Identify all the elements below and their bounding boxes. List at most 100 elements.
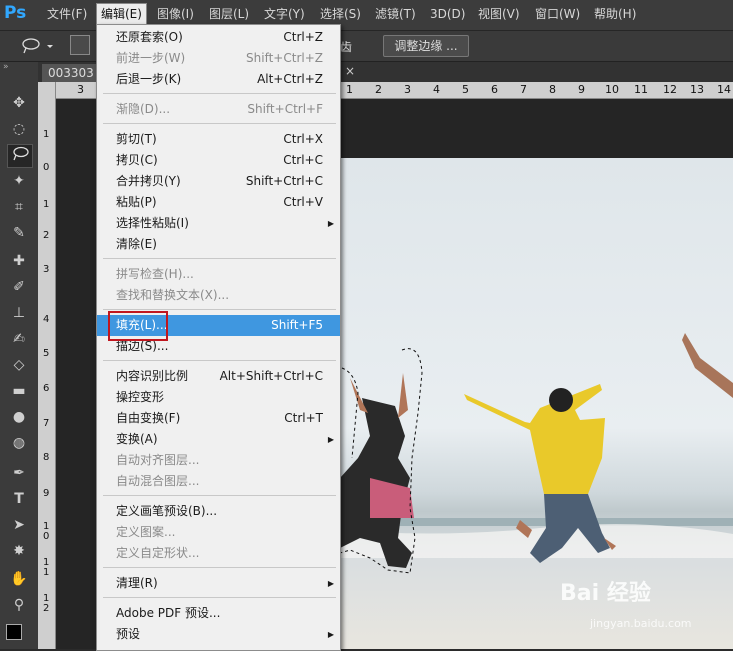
hand-tool-icon[interactable]: ✋ — [7, 568, 31, 590]
menu-window[interactable]: 窗口(W) — [531, 4, 584, 24]
marquee-tool-icon[interactable]: ◌ — [7, 118, 31, 140]
ruler-tick-label: 10 — [605, 83, 619, 96]
gradient-tool-icon[interactable]: ▬ — [7, 380, 31, 402]
menu-item-paste-special[interactable]: 选择性粘贴(I) ▶ — [97, 213, 340, 234]
eyedropper-tool-icon[interactable]: ✎ — [7, 222, 31, 244]
menu-item-clear[interactable]: 清除(E) — [97, 234, 340, 255]
ruler-tick-label: 6 — [491, 83, 498, 96]
menu-item-find-replace: 查找和替换文本(X)... — [116, 288, 230, 302]
zoom-tool-icon[interactable]: ⚲ — [7, 594, 31, 616]
menu-layer[interactable]: 图层(L) — [205, 4, 253, 24]
menu-item-transform[interactable]: 变换(A) ▶ — [97, 429, 340, 450]
menu-separator — [103, 597, 336, 598]
menu-item-adobe-pdf-presets[interactable]: Adobe PDF 预设... — [97, 603, 340, 624]
ruler-tick-label: 1 0 — [43, 521, 50, 542]
ruler-tick-label: 3 — [77, 83, 84, 96]
menu-view[interactable]: 视图(V) — [474, 4, 524, 24]
submenu-arrow-icon: ▶ — [327, 219, 334, 228]
menu-item-paste[interactable]: 粘贴(P) Ctrl+V — [97, 192, 340, 213]
ruler-tick-label: 2 — [43, 230, 50, 241]
menu-item-copy-merged[interactable]: 合并拷贝(Y) Shift+Ctrl+C — [97, 171, 340, 192]
menu-separator — [103, 123, 336, 124]
healing-brush-tool-icon[interactable]: ✚ — [7, 250, 31, 272]
ruler-tick-label: 1 — [346, 83, 353, 96]
submenu-arrow-icon: ▶ — [327, 630, 334, 639]
document-tab[interactable]: 003303 — [42, 64, 100, 82]
menu-edit[interactable]: 编辑(E) — [96, 3, 147, 25]
ruler-tick-label: 1 2 — [43, 593, 50, 614]
lasso-tool-icon[interactable] — [7, 144, 33, 168]
menu-separator — [103, 495, 336, 496]
menu-item-auto-align-layers: 自动对齐图层... — [116, 453, 200, 467]
lasso-tool-preset-icon[interactable] — [20, 37, 60, 55]
ruler-tick-label: 11 — [634, 83, 648, 96]
menu-3d[interactable]: 3D(D) — [426, 4, 469, 24]
menu-item-presets[interactable]: 预设 ▶ — [97, 624, 340, 645]
ruler-tick-label: 5 — [462, 83, 469, 96]
ruler-tick-label: 8 — [43, 452, 50, 463]
menu-separator — [103, 567, 336, 568]
anti-alias-label: 齿 — [340, 40, 353, 54]
move-tool-icon[interactable]: ✥ — [7, 92, 31, 114]
menu-item-content-aware-scale[interactable]: 内容识别比例 Alt+Shift+Ctrl+C — [97, 366, 340, 387]
menu-separator — [103, 309, 336, 310]
menu-file[interactable]: 文件(F) — [43, 4, 91, 24]
refine-edge-button[interactable]: 调整边缘 ... — [383, 35, 469, 57]
ruler-tick-label: 1 1 — [43, 557, 50, 578]
eraser-tool-icon[interactable]: ◇ — [7, 354, 31, 376]
menu-select[interactable]: 选择(S) — [316, 4, 365, 24]
collapse-toolbar-icon[interactable]: » — [3, 62, 9, 72]
menu-separator — [103, 360, 336, 361]
submenu-arrow-icon: ▶ — [327, 579, 334, 588]
beach-photo[interactable] — [340, 158, 733, 649]
clone-stamp-tool-icon[interactable]: ⊥ — [7, 302, 31, 324]
path-selection-tool-icon[interactable]: ➤ — [7, 514, 31, 536]
menu-item-free-transform[interactable]: 自由变换(F) Ctrl+T — [97, 408, 340, 429]
new-selection-icon[interactable] — [70, 35, 90, 55]
ruler-tick-label: 14 — [717, 83, 731, 96]
ruler-tick-label: 9 — [43, 488, 50, 499]
menu-item-fade: 渐隐(D)... Shift+Ctrl+F — [116, 102, 323, 116]
menu-separator — [103, 258, 336, 259]
crop-tool-icon[interactable]: ⌗ — [7, 196, 31, 218]
menu-item-puppet-warp[interactable]: 操控变形 — [97, 387, 340, 408]
vertical-ruler: 1 0 1 2 3 4 5 6 7 8 9 1 0 1 1 1 2 — [38, 82, 56, 649]
menu-filter[interactable]: 滤镜(T) — [371, 4, 420, 24]
ruler-tick-label: 6 — [43, 383, 50, 394]
dodge-tool-icon[interactable]: ◍ — [7, 432, 31, 454]
ruler-tick-label: 3 — [43, 264, 50, 275]
menu-item-undo-lasso[interactable]: 还原套索(O) Ctrl+Z — [97, 27, 340, 48]
baidu-watermark-logo: Bai 经验 — [560, 581, 651, 606]
type-tool-icon[interactable]: T — [7, 488, 31, 510]
menu-item-cut[interactable]: 剪切(T) Ctrl+X — [97, 129, 340, 150]
photo-figures — [340, 333, 733, 574]
menu-help[interactable]: 帮助(H) — [590, 4, 640, 24]
shape-tool-icon[interactable]: ✸ — [7, 540, 31, 562]
ruler-tick-label: 7 — [520, 83, 527, 96]
menu-image[interactable]: 图像(I) — [153, 4, 198, 24]
pen-tool-icon[interactable]: ✒ — [7, 462, 31, 484]
submenu-arrow-icon: ▶ — [327, 435, 334, 444]
menu-type[interactable]: 文字(Y) — [260, 4, 309, 24]
foreground-color-swatch[interactable] — [6, 624, 22, 640]
ruler-tick-label: 8 — [549, 83, 556, 96]
brush-tool-icon[interactable]: ✐ — [7, 276, 31, 298]
ruler-tick-label: 1 — [43, 199, 50, 210]
baidu-watermark-url: jingyan.baidu.com — [590, 617, 692, 630]
close-tab-icon[interactable]: × — [345, 64, 355, 78]
ruler-tick-label: 5 — [43, 348, 50, 359]
blur-tool-icon[interactable]: ● — [7, 406, 31, 428]
ruler-tick-label: 13 — [690, 83, 704, 96]
ruler-tick-label: 2 — [375, 83, 382, 96]
magic-wand-tool-icon[interactable]: ✦ — [7, 170, 31, 192]
menu-item-copy[interactable]: 拷贝(C) Ctrl+C — [97, 150, 340, 171]
menu-item-purge[interactable]: 清理(R) ▶ — [97, 573, 340, 594]
menu-item-define-custom-shape: 定义自定形状... — [116, 546, 200, 560]
history-brush-tool-icon[interactable]: ✍ — [7, 328, 31, 350]
menu-separator — [103, 93, 336, 94]
ruler-tick-label: 12 — [663, 83, 677, 96]
menu-item-define-brush[interactable]: 定义画笔预设(B)... — [97, 501, 340, 522]
menu-item-step-backward[interactable]: 后退一步(K) Alt+Ctrl+Z — [97, 69, 340, 90]
menu-item-define-pattern: 定义图案... — [116, 525, 176, 539]
ruler-tick-label: 4 — [433, 83, 440, 96]
